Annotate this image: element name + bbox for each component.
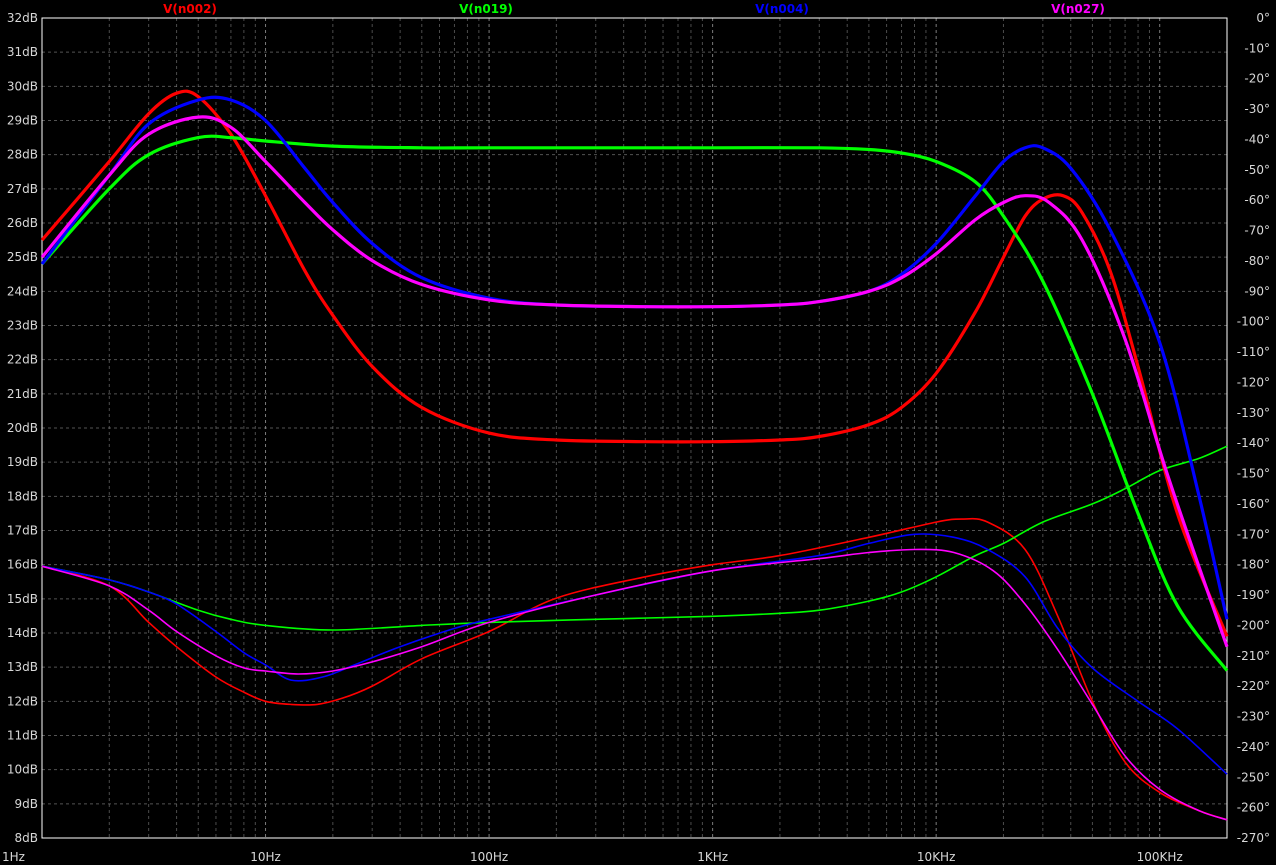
y-right-tick-label: -20° — [1244, 72, 1270, 86]
legend-item-vn004[interactable]: V(n004) — [755, 2, 809, 16]
x-tick-label: 10KHz — [917, 850, 955, 864]
y-left-tick-label: 23dB — [7, 319, 38, 333]
y-right-tick-label: -40° — [1244, 132, 1270, 146]
y-left-tick-label: 32dB — [7, 11, 38, 25]
legend-item-vn002[interactable]: V(n002) — [163, 2, 217, 16]
y-left-tick-label: 30dB — [7, 79, 38, 93]
y-left-tick-label: 13dB — [7, 660, 38, 674]
y-left-tick-label: 16dB — [7, 558, 38, 572]
y-left-tick-label: 8dB — [15, 831, 38, 845]
y-right-tick-label: -90° — [1244, 284, 1270, 298]
y-left-tick-label: 18dB — [7, 489, 38, 503]
y-right-tick-label: -100° — [1237, 315, 1270, 329]
y-right-tick-label: -220° — [1237, 679, 1270, 693]
y-left-tick-label: 26dB — [7, 216, 38, 230]
x-tick-label: 1Hz — [2, 850, 25, 864]
y-left-tick-label: 22dB — [7, 353, 38, 367]
y-right-tick-label: -200° — [1237, 618, 1270, 632]
y-left-tick-label: 24dB — [7, 284, 38, 298]
y-right-tick-label: -140° — [1237, 436, 1270, 450]
y-right-tick-label: -230° — [1237, 710, 1270, 724]
legend-item-vn027[interactable]: V(n027) — [1051, 2, 1105, 16]
y-right-tick-label: -60° — [1244, 193, 1270, 207]
y-right-tick-label: -210° — [1237, 649, 1270, 663]
y-left-tick-label: 15dB — [7, 592, 38, 606]
y-right-tick-label: -270° — [1237, 831, 1270, 845]
y-right-tick-label: -150° — [1237, 467, 1270, 481]
y-left-tick-label: 12dB — [7, 694, 38, 708]
y-right-tick-label: -180° — [1237, 558, 1270, 572]
y-right-tick-label: -120° — [1237, 375, 1270, 389]
x-tick-label: 10Hz — [250, 850, 281, 864]
y-right-tick-label: -260° — [1237, 801, 1270, 815]
y-left-tick-label: 17dB — [7, 524, 38, 538]
y-right-tick-label: -190° — [1237, 588, 1270, 602]
y-right-tick-label: 0° — [1256, 11, 1270, 25]
x-tick-label: 100Hz — [470, 850, 508, 864]
y-right-tick-label: -170° — [1237, 527, 1270, 541]
y-left-tick-label: 31dB — [7, 45, 38, 59]
bode-plot[interactable]: 8dB 9dB 10dB 11dB 12dB 13dB 14dB 15dB 16dB 17dB 18… — [0, 0, 1276, 865]
y-right-tick-label: -80° — [1244, 254, 1270, 268]
y-left-tick-label: 21dB — [7, 387, 38, 401]
y-right-tick-label: -160° — [1237, 497, 1270, 511]
y-left-tick-label: 10dB — [7, 763, 38, 777]
y-right-tick-label: -130° — [1237, 406, 1270, 420]
y-left-tick-label: 20dB — [7, 421, 38, 435]
y-left-tick-label: 27dB — [7, 182, 38, 196]
y-left-tick-label: 19dB — [7, 455, 38, 469]
y-right-tick-label: -70° — [1244, 224, 1270, 238]
y-left-tick-label: 28dB — [7, 148, 38, 162]
y-left-tick-label: 14dB — [7, 626, 38, 640]
y-left-tick-label: 29dB — [7, 114, 38, 128]
y-left-tick-label: 9dB — [15, 797, 38, 811]
y-left-tick-label: 25dB — [7, 250, 38, 264]
x-tick-label: 100KHz — [1137, 850, 1183, 864]
x-tick-label: 1KHz — [697, 850, 728, 864]
legend-item-vn019[interactable]: V(n019) — [459, 2, 513, 16]
y-left-tick-label: 11dB — [7, 729, 38, 743]
y-right-tick-label: -250° — [1237, 770, 1270, 784]
y-right-tick-label: -240° — [1237, 740, 1270, 754]
y-right-tick-label: -30° — [1244, 102, 1270, 116]
y-right-tick-label: -110° — [1237, 345, 1270, 359]
y-right-tick-label: -50° — [1244, 163, 1270, 177]
y-right-tick-label: -10° — [1244, 41, 1270, 55]
